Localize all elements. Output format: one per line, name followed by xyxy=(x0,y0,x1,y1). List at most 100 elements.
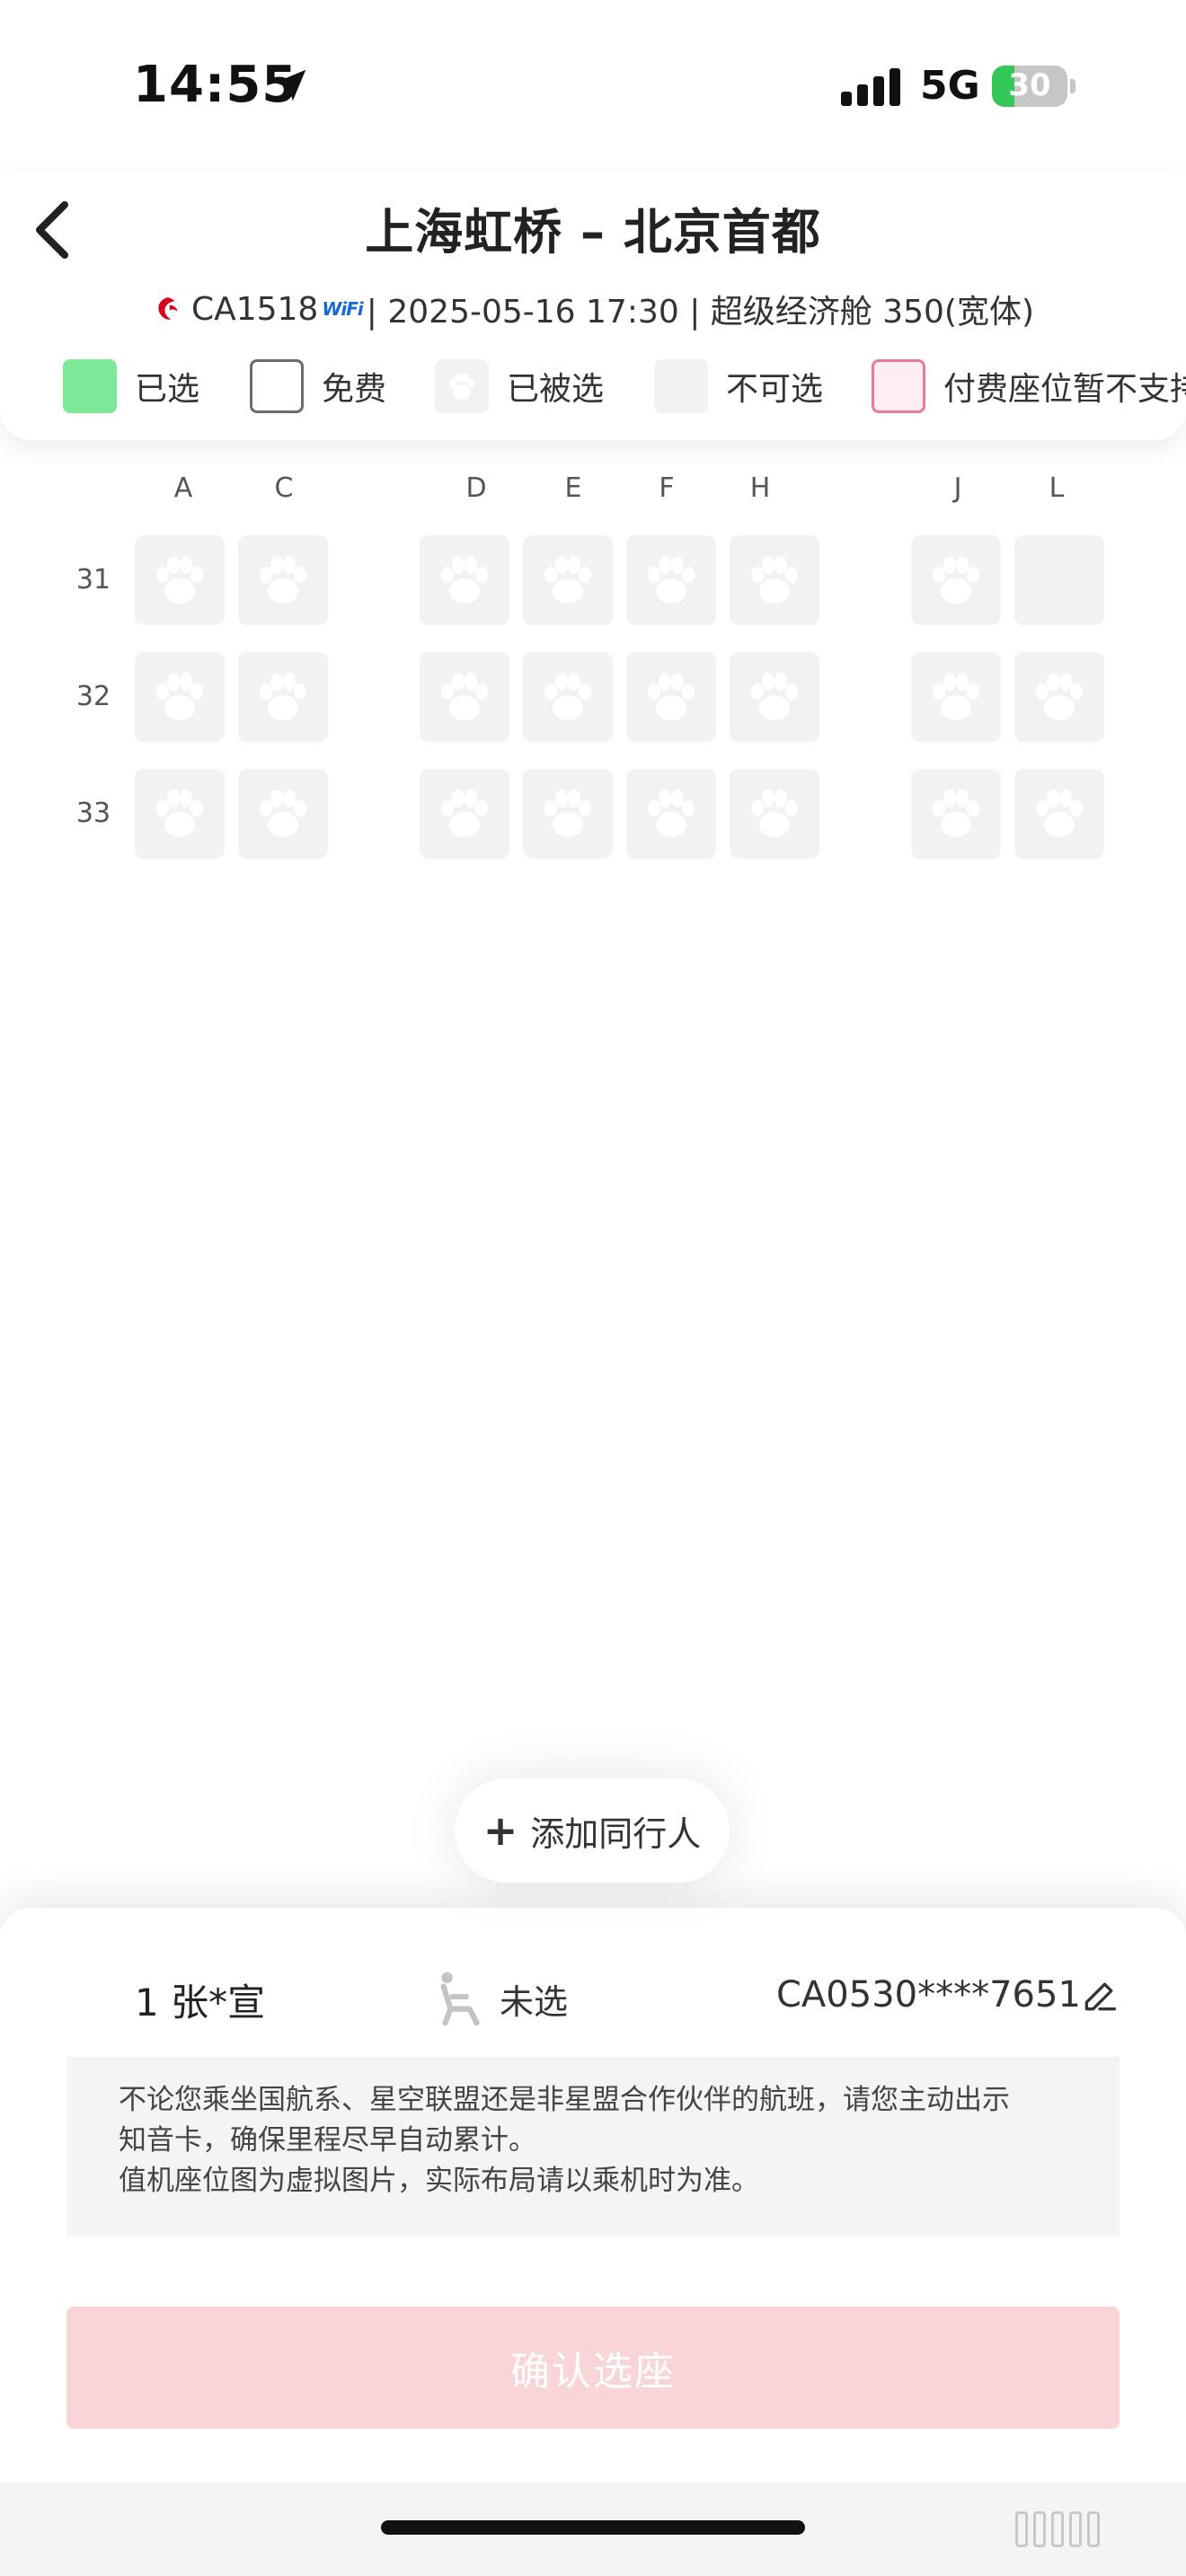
seat-31D[interactable] xyxy=(420,535,509,625)
membership-card-number: CA0530****7651 xyxy=(776,1974,1081,2016)
flight-header: 上海虹桥 – 北京首都 CA1518 WiFi | 2025-05-16 17:… xyxy=(0,171,1186,440)
paw-icon xyxy=(751,673,798,720)
row-label: 31 xyxy=(75,564,111,595)
seat-31A[interactable] xyxy=(135,535,225,625)
legend-item-free: 免费 xyxy=(250,357,386,415)
seat-selection-screen: 14:55 5G 30 上海虹桥 – 北京首都 CA1518 WiFi | 20… xyxy=(0,0,1186,2576)
cellular-signal-icon xyxy=(841,68,900,106)
row-label: 32 xyxy=(75,681,111,712)
paw-icon xyxy=(441,790,488,837)
legend-label: 付费座位暂不支持 xyxy=(943,371,1186,408)
passenger-row[interactable]: 1 张*宣 未选 CA0530****7651 xyxy=(0,1962,1186,2035)
column-label: H xyxy=(749,472,771,504)
paw-icon xyxy=(260,673,306,720)
seat-31J[interactable] xyxy=(911,535,1001,625)
paw-icon xyxy=(1036,790,1083,837)
location-arrow-icon xyxy=(274,69,306,101)
seat-33D[interactable] xyxy=(420,769,509,859)
network-type: 5G xyxy=(920,63,980,109)
paw-icon xyxy=(441,673,488,720)
paw-icon xyxy=(156,790,203,837)
seat-32F[interactable] xyxy=(626,652,716,742)
flight-number: CA1518 xyxy=(190,290,319,328)
legend-item-selected: 已选 xyxy=(63,357,199,415)
plus-icon: + xyxy=(482,1806,518,1855)
paw-icon xyxy=(933,790,979,837)
seat-33A[interactable] xyxy=(135,769,225,859)
seat-33J[interactable] xyxy=(911,769,1001,859)
confirm-seat-button[interactable]: 确认选座 xyxy=(66,2307,1120,2429)
seat-33E[interactable] xyxy=(523,769,613,859)
home-indicator[interactable] xyxy=(381,2520,805,2535)
paw-icon xyxy=(933,556,979,604)
route-title: 上海虹桥 – 北京首都 xyxy=(365,204,821,260)
column-label: E xyxy=(564,472,582,504)
paw-icon xyxy=(648,556,695,604)
paw-icon xyxy=(648,790,695,837)
paw-icon xyxy=(260,790,306,837)
seat-32C[interactable] xyxy=(238,652,328,742)
paw-icon xyxy=(1036,673,1083,720)
column-label: J xyxy=(953,472,962,504)
seat-32D[interactable] xyxy=(420,652,509,742)
legend-swatch-unavailable xyxy=(654,359,708,413)
air-china-logo-icon xyxy=(158,297,178,320)
wifi-label: WiFi xyxy=(322,298,363,320)
paw-icon xyxy=(544,790,591,837)
seat-33F[interactable] xyxy=(626,769,716,859)
legend-swatch-paid xyxy=(872,359,925,413)
passenger-panel: 1 张*宣 未选 CA0530****7651 不论您乘坐国航系、星空联盟还是非… xyxy=(0,1908,1186,2576)
seat-32L[interactable] xyxy=(1014,652,1104,742)
paw-icon xyxy=(933,673,979,720)
wifi-badge: WiFi xyxy=(322,298,363,320)
column-label: L xyxy=(1049,472,1065,504)
edit-pencil-icon[interactable] xyxy=(1080,1976,1120,2016)
seat-33L[interactable] xyxy=(1014,769,1104,859)
paw-icon xyxy=(544,556,591,604)
notice-line: 不论您乘坐国航系、星空联盟还是非星盟合作伙伴的航班，请您主动出示 xyxy=(119,2084,1010,2116)
seat-31L[interactable] xyxy=(1014,535,1104,625)
seat-status-label: 未选 xyxy=(500,1981,569,2022)
watermark-icon xyxy=(1015,2502,1100,2556)
seat-33C[interactable] xyxy=(238,769,328,859)
paw-icon xyxy=(441,556,488,604)
seat-map: A C D E F H J L 31 32 33 xyxy=(0,440,1186,889)
paw-icon xyxy=(449,373,475,400)
seat-31C[interactable] xyxy=(238,535,328,625)
legend-label: 已被选 xyxy=(507,371,605,408)
legend-swatch-taken xyxy=(435,359,489,413)
seat-31H[interactable] xyxy=(730,535,819,625)
legend-item-taken: 已被选 xyxy=(435,357,604,415)
paw-icon xyxy=(751,556,798,604)
seat-32J[interactable] xyxy=(911,652,1001,742)
notice-line: 知音卡，确保里程尽早自动累计。 xyxy=(119,2124,536,2157)
seat-31E[interactable] xyxy=(523,535,613,625)
seat-33H[interactable] xyxy=(730,769,819,859)
column-label: F xyxy=(659,472,675,504)
legend-item-unavailable: 不可选 xyxy=(654,357,823,415)
legend-swatch-selected xyxy=(63,359,117,413)
column-label: C xyxy=(274,472,294,504)
legend-label: 已选 xyxy=(135,371,200,408)
seat-icon xyxy=(440,1972,480,2026)
column-label: A xyxy=(173,472,193,504)
add-companion-button[interactable]: + 添加同行人 xyxy=(455,1778,730,1883)
home-indicator-area xyxy=(0,2483,1186,2576)
seat-legend: 已选 免费 已被选 不可选 付费座位暂不支持 xyxy=(0,357,1186,415)
passenger-seat-status: 未选 xyxy=(435,1971,568,2026)
paw-icon xyxy=(156,556,203,604)
seat-32H[interactable] xyxy=(730,652,819,742)
paw-icon xyxy=(260,556,306,604)
battery-indicator: 30 xyxy=(992,66,1075,107)
seat-32E[interactable] xyxy=(523,652,613,742)
legend-label: 不可选 xyxy=(726,371,824,408)
paw-icon xyxy=(648,673,695,720)
status-bar: 14:55 5G 30 xyxy=(0,0,1186,171)
legend-swatch-free xyxy=(250,359,304,413)
add-companion-label: 添加同行人 xyxy=(530,1813,702,1854)
legend-item-paid: 付费座位暂不支持 xyxy=(872,357,1186,415)
seat-32A[interactable] xyxy=(135,652,225,742)
passenger-name: 1 张*宣 xyxy=(135,1981,266,2025)
seat-31F[interactable] xyxy=(626,535,716,625)
paw-icon xyxy=(544,673,591,720)
